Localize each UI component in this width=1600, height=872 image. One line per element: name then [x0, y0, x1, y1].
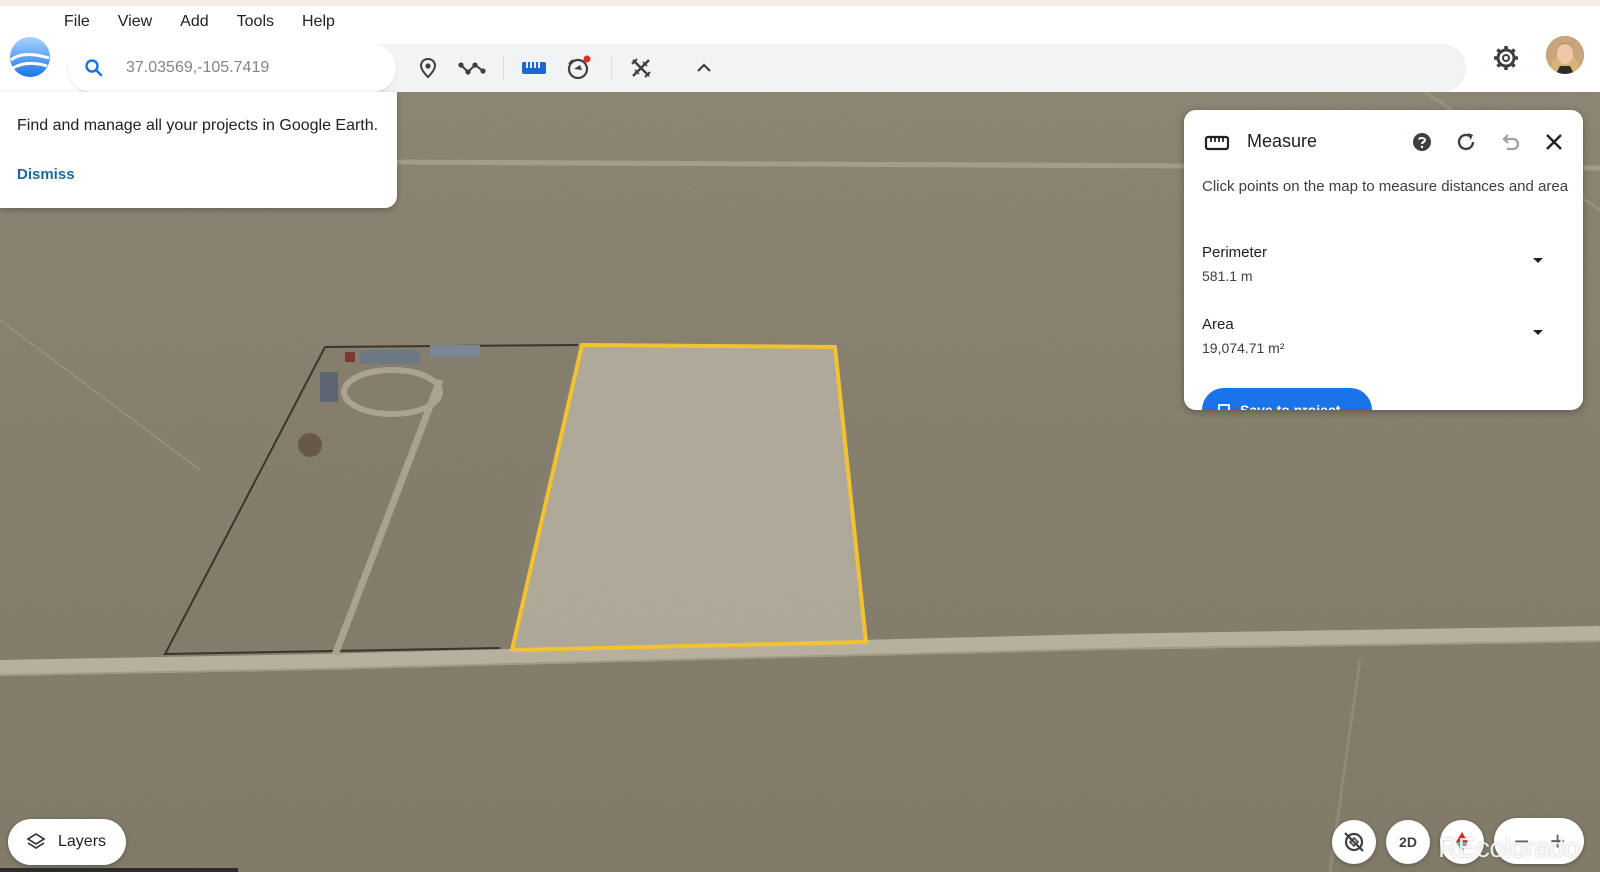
toolbar-divider: [503, 56, 504, 80]
close-button[interactable]: [1540, 128, 1568, 156]
draw-path-icon: [458, 62, 486, 75]
place-marker-icon: [419, 57, 437, 79]
menu-add[interactable]: Add: [180, 13, 208, 31]
voyager-icon: [567, 55, 591, 80]
refresh-icon: [1457, 133, 1475, 151]
user-photo-icon: [1546, 36, 1584, 74]
save-to-project-button[interactable]: Save to project: [1202, 388, 1372, 410]
measure-panel: Measure Click points on the map to measu…: [1184, 110, 1583, 410]
area-label: Area: [1202, 316, 1234, 333]
perimeter-value: 581.1 m: [1202, 268, 1253, 284]
layers-button[interactable]: Layers: [8, 819, 126, 865]
bookmark-icon: [1218, 404, 1230, 410]
tree: [298, 433, 322, 457]
google-earth-logo-icon[interactable]: [9, 36, 51, 78]
place-marker-button[interactable]: [412, 52, 444, 84]
building: [430, 345, 480, 357]
voyager-button[interactable]: [563, 52, 595, 84]
dismiss-button[interactable]: Dismiss: [17, 166, 75, 183]
undo-icon: [1502, 134, 1520, 151]
watermark-text: REcolorado: [1438, 832, 1580, 863]
undo-button[interactable]: [1496, 128, 1524, 156]
projects-tooltip: Find and manage all your projects in Goo…: [0, 92, 397, 208]
tooltip-message: Find and manage all your projects in Goo…: [17, 117, 379, 134]
notification-dot: [583, 55, 591, 63]
bottom-strip: [0, 868, 238, 872]
ruler-button[interactable]: [518, 52, 550, 84]
help-button[interactable]: [1408, 128, 1436, 156]
close-icon: [1546, 134, 1562, 150]
building: [360, 350, 420, 364]
view-2d-button[interactable]: 2D: [1386, 820, 1430, 864]
menu-file[interactable]: File: [64, 13, 90, 31]
chevron-up-icon: [697, 63, 711, 72]
perimeter-unit-dropdown-icon[interactable]: [1530, 252, 1546, 268]
measure-tool-icon: [631, 58, 651, 78]
save-to-project-label: Save to project: [1240, 402, 1341, 410]
tilt-toggle-button[interactable]: [1332, 820, 1376, 864]
building: [345, 352, 355, 362]
area-unit-dropdown-icon[interactable]: [1530, 324, 1546, 340]
toolbar: [68, 44, 1466, 92]
measure-instructions: Click points on the map to measure dista…: [1202, 178, 1569, 195]
area-value: 19,074.71 m²: [1202, 340, 1285, 356]
menu-bar: File View Add Tools Help: [64, 13, 335, 31]
avatar[interactable]: [1546, 36, 1584, 74]
search-icon[interactable]: [84, 58, 104, 78]
search-box: [68, 44, 396, 92]
ruler-icon: [1204, 135, 1230, 151]
tilt-off-icon: [1344, 832, 1364, 852]
reset-button[interactable]: [1452, 128, 1480, 156]
menu-tools[interactable]: Tools: [237, 13, 274, 31]
app-header: File View Add Tools Help: [0, 0, 1600, 92]
help-icon: [1413, 133, 1431, 151]
toolbar-divider: [611, 56, 612, 80]
search-input[interactable]: [126, 59, 386, 77]
layers-icon: [26, 832, 46, 850]
panel-title: Measure: [1247, 131, 1318, 151]
ruler-icon: [522, 62, 546, 74]
menu-help[interactable]: Help: [302, 13, 335, 31]
gear-icon[interactable]: [1492, 44, 1520, 72]
draw-path-button[interactable]: [456, 52, 488, 84]
menu-view[interactable]: View: [118, 13, 152, 31]
collapse-toolbar-button[interactable]: [688, 52, 720, 84]
perimeter-label: Perimeter: [1202, 244, 1268, 261]
layers-label: Layers: [58, 833, 107, 850]
building: [320, 372, 338, 402]
measure-tool-button[interactable]: [625, 52, 657, 84]
